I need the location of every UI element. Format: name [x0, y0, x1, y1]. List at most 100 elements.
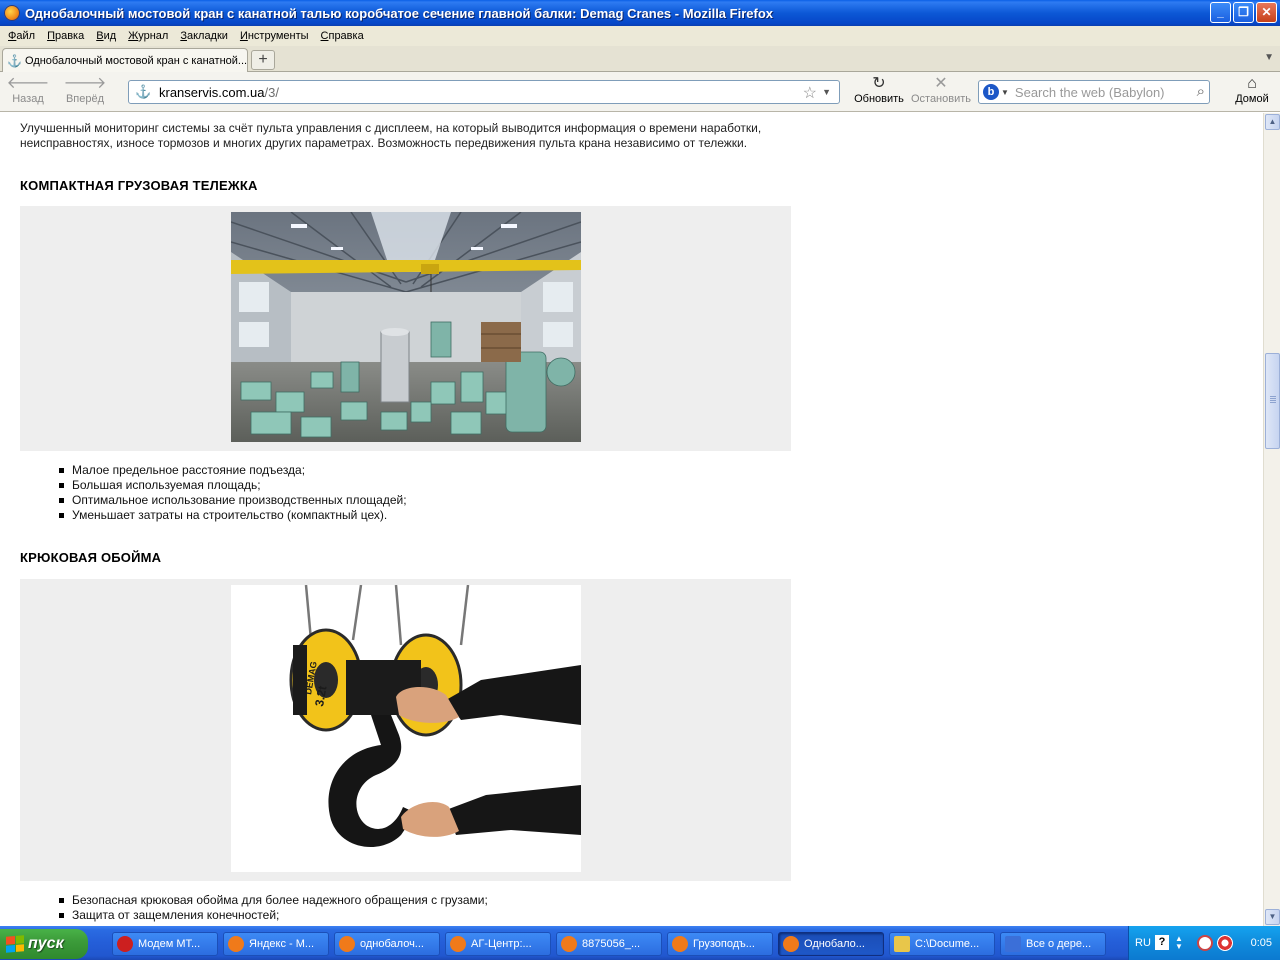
- page-content[interactable]: Улучшенный мониторинг системы за счёт пу…: [0, 113, 1263, 926]
- taskbar-item-label: Яндекс - М...: [249, 938, 315, 950]
- list-item: Защита от защемления конечностей;: [59, 908, 488, 923]
- taskbar-item-label: C:\Docume...: [915, 938, 980, 950]
- intro-paragraph: Улучшенный мониторинг системы за счёт пу…: [20, 121, 762, 150]
- firefox-icon: [783, 936, 799, 952]
- start-button[interactable]: пуск: [0, 929, 88, 959]
- firefox-icon: [672, 936, 688, 952]
- windows-taskbar: пуск Модем МТ... Яндекс - М... однобалоч…: [0, 926, 1280, 960]
- taskbar-item[interactable]: Грузоподъ...: [667, 932, 773, 956]
- restore-button[interactable]: ❐: [1233, 2, 1254, 23]
- new-tab-button[interactable]: +: [251, 50, 275, 70]
- list-item: Оптимальное использование производственн…: [59, 493, 407, 507]
- tray-arrows-icon[interactable]: ▲ ▼: [1175, 935, 1183, 951]
- opera-icon: [117, 936, 133, 952]
- taskbar-item[interactable]: 8875056_...: [556, 932, 662, 956]
- scroll-down-button[interactable]: ▼: [1265, 909, 1280, 925]
- taskbar-item[interactable]: Яндекс - М...: [223, 932, 329, 956]
- taskbar-item[interactable]: АГ-Центр:...: [445, 932, 551, 956]
- url-dropdown-icon[interactable]: ▼: [822, 87, 831, 97]
- taskbar-item-label: однобалоч...: [360, 938, 424, 950]
- url-path: /3/: [264, 84, 279, 100]
- hook-block-photo: DEMAG 3.2t: [231, 585, 581, 872]
- site-identity-icon[interactable]: ⚓: [135, 84, 151, 100]
- engine-dropdown-icon[interactable]: ▼: [1001, 88, 1009, 97]
- section-heading-trolley: КОМПАКТНАЯ ГРУЗОВАЯ ТЕЛЕЖКА: [20, 178, 258, 193]
- stop-icon: ✕: [934, 75, 948, 92]
- menu-history[interactable]: Журнал: [122, 30, 174, 42]
- forward-button[interactable]: 🡒 Вперёд: [60, 75, 110, 105]
- taskbar-item-label: Однобало...: [804, 938, 865, 950]
- firefox-icon: [450, 936, 466, 952]
- tab-active[interactable]: ⚓ Однобалочный мостовой кран с канатной.…: [2, 48, 248, 72]
- opera-tray-icon[interactable]: [1217, 935, 1233, 951]
- taskbar-item[interactable]: однобалоч...: [334, 932, 440, 956]
- window-title-bar[interactable]: Однобалочный мостовой кран с канатной та…: [0, 0, 1280, 26]
- close-button[interactable]: ✕: [1256, 2, 1277, 23]
- language-indicator[interactable]: RU: [1135, 937, 1151, 949]
- scrollbar-thumb[interactable]: [1265, 353, 1280, 449]
- stop-label: Остановить: [910, 93, 972, 105]
- menu-bar: Файл Правка Вид Журнал Закладки Инструме…: [0, 26, 1280, 46]
- image-panel-hook-block: DEMAG 3.2t: [20, 579, 791, 881]
- list-item: Малое предельное расстояние подъезда;: [59, 463, 407, 478]
- back-label: Назад: [12, 93, 44, 105]
- search-placeholder: Search the web (Babylon): [1014, 84, 1165, 100]
- list-item: Безопасная крюковая обойма для более над…: [59, 893, 488, 907]
- reload-label: Обновить: [854, 93, 904, 105]
- site-favicon-icon: ⚓: [7, 53, 22, 68]
- folder-icon: [894, 936, 910, 952]
- home-icon: ⌂: [1247, 75, 1257, 92]
- arrow-left-icon: 🡐: [6, 75, 50, 92]
- firefox-icon: [4, 5, 20, 21]
- tab-label: Однобалочный мостовой кран с канатной...: [25, 54, 247, 67]
- firefox-icon: [339, 936, 355, 952]
- list-item: Уменьшает затраты на строительство (комп…: [59, 508, 407, 523]
- reload-button[interactable]: ↻ Обновить: [850, 75, 908, 105]
- window-title: Однобалочный мостовой кран с канатной та…: [25, 5, 773, 21]
- windows-logo-icon: [6, 935, 24, 953]
- search-icon[interactable]: ⌕: [1197, 83, 1205, 100]
- home-label: Домой: [1235, 93, 1269, 105]
- url-bar[interactable]: ⚓ kranservis.com.ua/3/ ☆ ▼: [128, 80, 840, 104]
- taskbar-item-label: Грузоподъ...: [693, 938, 755, 950]
- menu-file[interactable]: Файл: [2, 30, 41, 42]
- scroll-up-button[interactable]: ▲: [1265, 114, 1280, 130]
- taskbar-item[interactable]: Все о дере...: [1000, 932, 1106, 956]
- arrow-right-icon: 🡒: [63, 75, 107, 92]
- taskbar-item-label: Модем МТ...: [138, 938, 201, 950]
- section-heading-hook-block: КРЮКОВАЯ ОБОЙМА: [20, 550, 162, 565]
- system-tray: RU ? ▲ ▼ 0:05: [1128, 926, 1280, 960]
- taskbar-item-active[interactable]: Однобало...: [778, 932, 884, 956]
- stop-button[interactable]: ✕ Остановить: [908, 75, 974, 105]
- tray-app-icon[interactable]: [1197, 935, 1213, 951]
- vertical-scrollbar[interactable]: ▲ ▼: [1263, 113, 1280, 926]
- firefox-icon: [561, 936, 577, 952]
- menu-view[interactable]: Вид: [90, 30, 122, 42]
- help-icon[interactable]: ?: [1155, 935, 1169, 950]
- search-bar[interactable]: b ▼ Search the web (Babylon) ⌕: [978, 80, 1210, 104]
- clock[interactable]: 0:05: [1251, 937, 1272, 949]
- menu-help[interactable]: Справка: [315, 30, 370, 42]
- taskbar-item-label: 8875056_...: [582, 938, 641, 950]
- bookmark-star-icon[interactable]: ☆: [803, 83, 817, 103]
- taskbar-item-label: Все о дере...: [1026, 938, 1092, 950]
- image-panel-trolley: [20, 206, 791, 451]
- menu-bookmarks[interactable]: Закладки: [174, 30, 234, 42]
- taskbar-item[interactable]: C:\Docume...: [889, 932, 995, 956]
- navigation-toolbar: 🡐 Назад 🡒 Вперёд ⚓ kranservis.com.ua/3/ …: [0, 72, 1280, 112]
- word-document-icon: [1005, 936, 1021, 952]
- factory-hall-photo: [231, 212, 581, 442]
- hook-features-list: Безопасная крюковая обойма для более над…: [59, 893, 488, 923]
- tab-bar: ⚓ Однобалочный мостовой кран с канатной.…: [0, 46, 1280, 72]
- minimize-button[interactable]: _: [1210, 2, 1231, 23]
- home-button[interactable]: ⌂ Домой: [1232, 75, 1272, 105]
- start-label: пуск: [28, 935, 64, 952]
- chevron-down-icon[interactable]: ▼: [1264, 52, 1274, 63]
- menu-edit[interactable]: Правка: [41, 30, 90, 42]
- menu-tools[interactable]: Инструменты: [234, 30, 315, 42]
- back-button[interactable]: 🡐 Назад: [6, 75, 50, 105]
- list-item: Большая используемая площадь;: [59, 478, 407, 493]
- babylon-engine-icon[interactable]: b: [983, 84, 999, 100]
- taskbar-item[interactable]: Модем МТ...: [112, 932, 218, 956]
- reload-icon: ↻: [872, 75, 886, 92]
